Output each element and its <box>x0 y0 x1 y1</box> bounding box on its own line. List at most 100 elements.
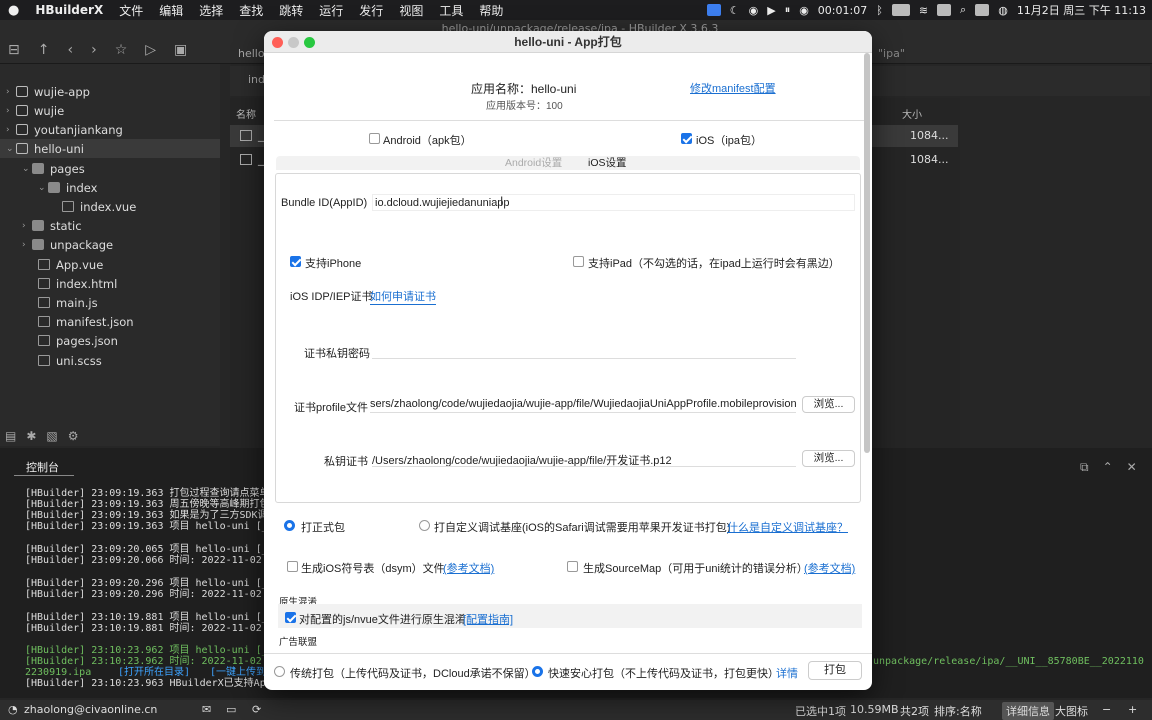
pack-button[interactable]: 打包 <box>808 661 862 680</box>
plus-icon[interactable]: + <box>1128 703 1137 716</box>
menu-run[interactable]: 运行 <box>311 2 351 19</box>
menu-tools[interactable]: 工具 <box>431 2 471 19</box>
moon-icon[interactable]: ☾ <box>730 4 740 17</box>
control-center-icon[interactable] <box>975 4 990 16</box>
support-iphone-checkbox[interactable] <box>290 256 301 267</box>
close-window-button[interactable] <box>272 37 283 48</box>
close-console-icon[interactable]: ✕ <box>1127 460 1137 475</box>
open-external-icon[interactable]: ⧉ <box>1080 460 1089 475</box>
tree-item[interactable]: index.vue <box>62 197 136 216</box>
profile-file-input[interactable]: sers/zhaolong/code/wujiedaojia/wujie-app… <box>370 396 796 413</box>
notes-icon[interactable] <box>937 4 952 16</box>
clock-datetime[interactable]: 11月2日 周三 下午 11:13 <box>1017 2 1146 18</box>
menu-publish[interactable]: 发行 <box>351 2 391 19</box>
tree-item[interactable]: › wujie <box>6 101 64 120</box>
tree-item[interactable]: ⌄ index <box>38 178 97 197</box>
search-icon[interactable]: ⌕ <box>960 3 966 17</box>
battery-icon[interactable] <box>891 4 910 16</box>
chevron-up-icon[interactable]: ⌃ <box>1103 460 1113 475</box>
search-field-hint[interactable]: "ipa" <box>878 47 905 60</box>
collapse-arrow-icon[interactable]: ⌄ <box>22 164 32 174</box>
expand-arrow-icon[interactable]: › <box>6 106 16 116</box>
apple-icon[interactable]: ● <box>0 3 27 18</box>
tree-item[interactable]: App.vue <box>38 255 103 274</box>
tab-android-settings[interactable]: Android设置 <box>505 155 562 170</box>
support-ipad-checkbox[interactable] <box>573 256 584 267</box>
user-account[interactable]: zhaolong@civaonline.cn <box>24 703 157 716</box>
minus-icon[interactable]: − <box>1102 703 1111 716</box>
collapse-arrow-icon[interactable]: ⌄ <box>38 183 48 193</box>
tree-item[interactable]: › unpackage <box>22 235 113 254</box>
menu-select[interactable]: 选择 <box>191 2 231 19</box>
back-icon[interactable]: ‹ <box>67 42 73 58</box>
menu-find[interactable]: 查找 <box>231 2 271 19</box>
siri-icon[interactable]: ◍ <box>998 4 1008 17</box>
record-dot-icon[interactable]: ◉ <box>799 4 809 17</box>
apply-cert-link[interactable]: 如何申请证书 <box>370 288 436 305</box>
tree-item[interactable]: index.html <box>38 274 117 293</box>
play-icon[interactable]: ▶ <box>767 4 775 17</box>
folder-icon[interactable]: ▤ <box>5 429 16 443</box>
ios-checkbox[interactable] <box>681 133 692 144</box>
big-icon-button[interactable]: 大图标 <box>1055 703 1088 719</box>
user-icon[interactable]: ◔ <box>8 703 18 716</box>
tab-ios-settings[interactable]: iOS设置 <box>588 155 627 170</box>
menu-help[interactable]: 帮助 <box>471 2 511 19</box>
sort-by[interactable]: 排序:名称 <box>934 703 982 719</box>
pause-icon[interactable]: ⏸ <box>785 3 791 17</box>
dsym-doc-link[interactable]: (参考文档) <box>443 560 494 576</box>
tree-item[interactable]: pages.json <box>38 331 118 350</box>
tree-item[interactable]: › static <box>22 216 82 235</box>
open-folder-link[interactable]: [打开所在目录] <box>118 667 190 678</box>
tree-item[interactable]: ⌄ pages <box>22 159 85 178</box>
cert-password-input[interactable] <box>372 342 796 359</box>
up-arrow-icon[interactable]: ↑ <box>38 42 50 58</box>
run-icon[interactable]: ▷ <box>145 42 156 58</box>
minimize-window-button[interactable] <box>288 37 299 48</box>
fast-pack-radio[interactable] <box>532 666 543 677</box>
expand-arrow-icon[interactable]: › <box>22 221 32 231</box>
wechat-icon[interactable]: ◉ <box>749 4 759 17</box>
modify-manifest-link[interactable]: 修改manifest配置 <box>690 80 776 96</box>
browse-key-button[interactable]: 浏览... <box>802 450 855 467</box>
column-name-header[interactable]: 名称 <box>236 106 256 121</box>
refresh-icon[interactable]: ⟳ <box>252 703 261 716</box>
mail-icon[interactable]: ✉ <box>202 703 211 716</box>
collapse-arrow-icon[interactable]: ⌄ <box>6 144 16 154</box>
screen-record-icon[interactable] <box>706 4 721 16</box>
browse-profile-button[interactable]: 浏览... <box>802 396 855 413</box>
expand-arrow-icon[interactable]: › <box>6 87 16 97</box>
menu-goto[interactable]: 跳转 <box>271 2 311 19</box>
tree-item[interactable]: uni.scss <box>38 351 102 370</box>
traditional-pack-radio[interactable] <box>274 666 285 677</box>
bundle-id-input[interactable]: io.dcloud.wujiejiedanuniapp <box>372 194 855 211</box>
custom-base-radio[interactable] <box>419 520 430 531</box>
log-path[interactable]: unpackage/release/ipa/__UNI__85780BE__20… <box>873 656 1144 667</box>
zoom-window-button[interactable] <box>304 37 315 48</box>
detail-view-button[interactable]: 详细信息 <box>1002 702 1054 720</box>
formal-pack-radio[interactable] <box>284 520 295 531</box>
tree-item[interactable]: manifest.json <box>38 312 134 331</box>
forward-icon[interactable]: › <box>91 42 97 58</box>
private-key-input[interactable]: /Users/zhaolong/code/wujiedaojia/wujie-a… <box>372 450 796 467</box>
android-checkbox[interactable] <box>369 133 380 144</box>
dialog-scrollbar[interactable] <box>864 53 870 453</box>
settings-icon[interactable]: ⚙ <box>68 429 79 443</box>
mix-guide-link[interactable]: [配置指南] <box>463 611 513 627</box>
tree-item-selected[interactable]: ⌄ hello-uni <box>0 139 220 158</box>
menu-edit[interactable]: 编辑 <box>151 2 191 19</box>
tree-item[interactable]: main.js <box>38 293 98 312</box>
sidebar-toggle-icon[interactable]: ⊟ <box>8 42 20 58</box>
upload-link[interactable]: [一键上传到 <box>210 667 266 678</box>
bluetooth-icon[interactable]: ᛒ <box>876 4 883 17</box>
column-size-header[interactable]: 大小 <box>902 106 922 121</box>
expand-arrow-icon[interactable]: › <box>22 240 32 250</box>
project-icon[interactable]: ▣ <box>174 42 187 58</box>
wifi-icon[interactable]: ≋ <box>919 4 928 17</box>
menu-file[interactable]: 文件 <box>111 2 151 19</box>
star-icon[interactable]: ☆ <box>115 42 128 58</box>
sourcemap-checkbox[interactable] <box>567 561 578 572</box>
app-menu[interactable]: HBuilderX <box>27 3 111 17</box>
console-title[interactable]: 控制台 <box>26 459 59 475</box>
menu-view[interactable]: 视图 <box>391 2 431 19</box>
